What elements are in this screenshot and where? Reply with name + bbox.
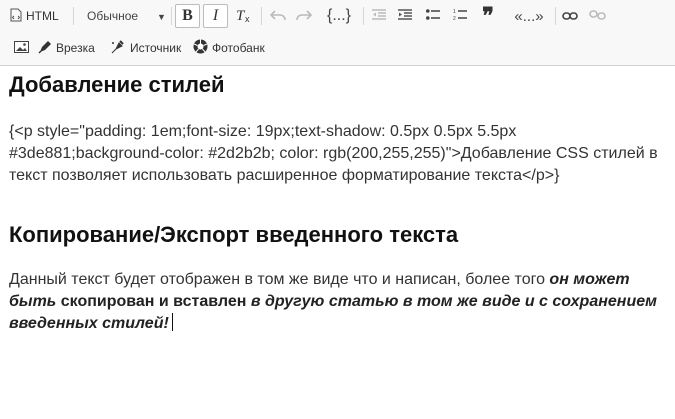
text-bold: скопирован и вставлен — [56, 293, 247, 310]
inline-quote-button[interactable]: «...» — [508, 4, 550, 28]
text-cursor — [171, 313, 173, 331]
heading-copy-export: Копирование/Экспорт введенного текста — [9, 222, 459, 247]
editor-toolbar: HTML Обычное ▼ B I Tx {...} 1 2 ❞ «...» … — [0, 0, 675, 66]
source-tool-icon — [110, 39, 126, 57]
paragraph-export-info: Данный текст будет отображен в том же ви… — [9, 269, 665, 335]
link-icon — [562, 9, 578, 24]
bold-button[interactable]: B — [175, 4, 200, 28]
source-label: Источник — [130, 41, 182, 55]
heading-add-styles: Добавление стилей — [9, 72, 225, 97]
toolbar-separator — [555, 7, 556, 25]
redo-icon — [296, 9, 313, 24]
svg-text:1: 1 — [453, 9, 456, 15]
toolbar-separator — [363, 7, 364, 25]
rich-text-editor: HTML Обычное ▼ B I Tx {...} 1 2 ❞ «...» … — [0, 0, 675, 419]
insert-snippet-label: Врезка — [56, 41, 95, 55]
html-document-icon — [10, 8, 22, 25]
bulleted-list-icon — [426, 8, 440, 24]
toolbar-separator — [261, 7, 262, 25]
clear-format-button[interactable]: Tx — [232, 4, 256, 28]
unlink-button[interactable] — [587, 4, 609, 28]
paragraph-css-code: {<p style="padding: 1em;font-size: 19px;… — [9, 123, 658, 184]
toolbar-row-1: HTML Обычное ▼ B I Tx {...} 1 2 ❞ «...» — [0, 0, 675, 33]
chevron-down-icon: ▼ — [157, 12, 166, 22]
source-button[interactable]: Источник — [110, 36, 188, 60]
html-mode-button[interactable]: HTML — [10, 4, 70, 28]
indent-button[interactable] — [396, 4, 414, 28]
toolbar-row-2: Врезка Источник Фотобанк — [0, 32, 675, 65]
indent-icon — [398, 8, 412, 24]
camera-aperture-icon — [193, 39, 208, 57]
bulleted-list-button[interactable] — [424, 4, 442, 28]
insert-image-button[interactable] — [12, 36, 30, 60]
text-plain: Данный текст будет отображен в том же ви… — [9, 271, 550, 288]
link-button[interactable] — [560, 4, 580, 28]
outdent-button[interactable] — [370, 4, 388, 28]
numbered-list-button[interactable]: 12 — [451, 4, 469, 28]
format-select[interactable]: Обычное — [82, 4, 168, 28]
toolbar-separator — [171, 7, 172, 25]
html-mode-label: HTML — [26, 9, 59, 23]
undo-button[interactable] — [268, 4, 288, 28]
insert-snippet-button[interactable]: Врезка — [38, 36, 102, 60]
clear-format-icon: Tx — [235, 7, 253, 26]
svg-text:x: x — [245, 14, 250, 23]
blockquote-button[interactable]: ❞ — [478, 3, 498, 28]
svg-text:2: 2 — [453, 16, 456, 21]
unlink-icon — [589, 9, 607, 24]
toolbar-separator — [73, 7, 74, 25]
code-block-button[interactable]: {...} — [322, 4, 356, 28]
photobank-button[interactable]: Фотобанк — [193, 36, 269, 60]
redo-button[interactable] — [294, 4, 314, 28]
numbered-list-icon: 12 — [453, 8, 467, 24]
format-select-value: Обычное — [87, 9, 139, 23]
quote-icon: ❞ — [482, 3, 494, 28]
outdent-icon — [372, 8, 386, 24]
italic-button[interactable]: I — [203, 4, 228, 28]
image-icon — [13, 40, 29, 56]
pen-icon — [38, 40, 52, 57]
undo-icon — [269, 9, 286, 24]
photobank-label: Фотобанк — [212, 41, 265, 55]
